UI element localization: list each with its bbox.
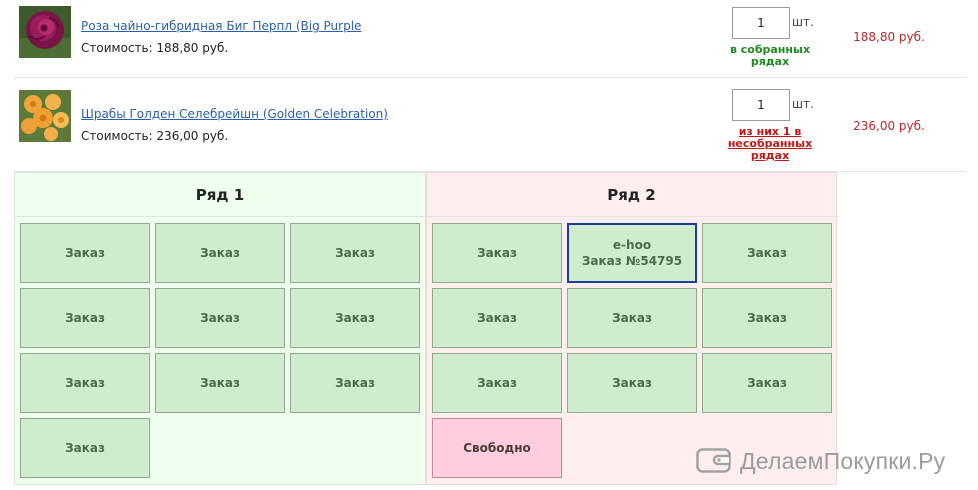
uncollected-rows-status-link[interactable]: из них 1 в несобранных рядах: [714, 126, 826, 162]
product-cost: Стоимость: 236,00 руб.: [81, 129, 229, 143]
order-slot[interactable]: Заказ: [155, 353, 285, 413]
slot-label: Заказ: [65, 441, 105, 455]
unit-label: шт.: [792, 15, 814, 29]
slot-label: Заказ: [747, 376, 787, 390]
rows-table: Ряд 1 Заказ Заказ Заказ Заказ Заказ Зака…: [14, 172, 837, 485]
order-slot[interactable]: Заказ: [432, 288, 562, 348]
free-slot[interactable]: Свободно: [432, 418, 562, 478]
order-slot[interactable]: Заказ: [702, 288, 832, 348]
order-slot[interactable]: Заказ: [20, 418, 150, 478]
order-slot[interactable]: Заказ: [567, 288, 697, 348]
product-name-link[interactable]: Шрабы Голден Селебрейшн (Golden Celebrat…: [81, 107, 388, 121]
order-slot[interactable]: Заказ: [432, 223, 562, 283]
slot-order-number: Заказ №54795: [581, 254, 683, 268]
slot-label: Заказ: [65, 246, 105, 260]
slot-label: Заказ: [65, 376, 105, 390]
row-title: Ряд 1: [15, 173, 425, 217]
slot-label: Заказ: [747, 246, 787, 260]
product-cost: Стоимость: 188,80 руб.: [81, 41, 229, 55]
slot-label: Заказ: [477, 311, 517, 325]
order-slot[interactable]: Заказ: [432, 353, 562, 413]
slot-label: Заказ: [200, 376, 240, 390]
slot-label: Заказ: [65, 311, 105, 325]
slot-label: Заказ: [612, 311, 652, 325]
watermark-text: ДелаемПокупки.Ру: [740, 447, 946, 474]
row-panel-1: Ряд 1 Заказ Заказ Заказ Заказ Заказ Зака…: [14, 172, 426, 485]
cart-item: Шрабы Голден Селебрейшн (Golden Celebrat…: [14, 86, 966, 172]
slot-label: Свободно: [463, 441, 531, 455]
product-name-link[interactable]: Роза чайно-гибридная Биг Перпл (Big Purp…: [81, 19, 361, 33]
slot-label: Заказ: [612, 376, 652, 390]
row-panel-2: Ряд 2 Заказ e-hoo Заказ №54795 Заказ Зак…: [426, 172, 837, 485]
row-title: Ряд 2: [427, 173, 836, 217]
slot-user: e-hoo: [612, 238, 652, 252]
slot-label: Заказ: [335, 246, 375, 260]
slot-label: Заказ: [335, 376, 375, 390]
order-slot[interactable]: Заказ: [20, 223, 150, 283]
order-slot[interactable]: Заказ: [567, 353, 697, 413]
collected-rows-status: в собранных рядах: [729, 43, 811, 68]
order-slot[interactable]: Заказ: [290, 288, 420, 348]
slot-label: Заказ: [747, 311, 787, 325]
product-thumbnail[interactable]: [19, 6, 71, 58]
cart-item: Роза чайно-гибридная Биг Перпл (Big Purp…: [14, 0, 966, 78]
order-slot[interactable]: Заказ: [290, 223, 420, 283]
slot-label: Заказ: [477, 246, 517, 260]
quantity-input[interactable]: [732, 89, 790, 121]
site-watermark: ДелаемПокупки.Ру: [696, 446, 945, 476]
slot-label: Заказ: [200, 311, 240, 325]
order-slot[interactable]: Заказ: [20, 353, 150, 413]
item-price: 188,80 руб.: [853, 30, 925, 44]
slot-label: Заказ: [200, 246, 240, 260]
product-thumbnail[interactable]: [19, 90, 71, 142]
slot-label: Заказ: [477, 376, 517, 390]
order-slot[interactable]: Заказ: [702, 353, 832, 413]
unit-label: шт.: [792, 97, 814, 111]
quantity-input[interactable]: [732, 7, 790, 39]
slot-label: Заказ: [335, 311, 375, 325]
wallet-icon: [696, 446, 732, 477]
order-slot[interactable]: Заказ: [290, 353, 420, 413]
order-slot[interactable]: Заказ: [155, 223, 285, 283]
my-order-slot[interactable]: e-hoo Заказ №54795: [567, 223, 697, 283]
order-slot[interactable]: Заказ: [20, 288, 150, 348]
item-price: 236,00 руб.: [853, 119, 925, 133]
order-slot[interactable]: Заказ: [702, 223, 832, 283]
order-slot[interactable]: Заказ: [155, 288, 285, 348]
